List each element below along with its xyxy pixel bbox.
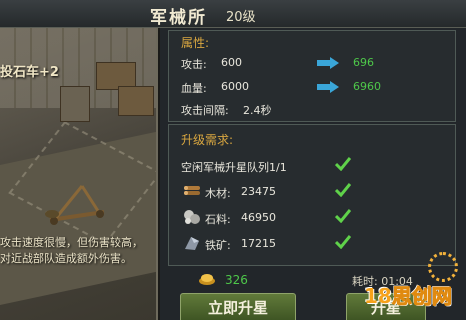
title-bar: 军械所 20级 [0,0,466,28]
check-icon [335,183,351,197]
wood-icon [184,186,200,195]
check-icon [335,157,351,171]
gold-icon [199,274,215,285]
stone-value: 46950 [241,211,276,224]
check-icon [335,209,351,223]
interval-value: 2.4秒 [243,104,272,117]
gold-cost: 326 [225,273,248,287]
attack-label: 攻击: [181,58,207,71]
requirements-label: 升级需求: [181,133,234,147]
unit-description: 攻击速度很慢，但伤害较高，对近战部队造成额外伤害。 [0,236,143,265]
watermark-logo [428,252,458,282]
building-level: 20级 [226,10,256,25]
hp-current: 6000 [221,80,249,93]
attributes-box: 属性: 攻击: 600 696 血量: 6000 6960 攻击间隔: 2.4秒 [168,30,456,122]
idle-queue-text: 空闲军械升星队列1/1 [181,161,287,174]
watermark: 18思创网 [364,280,452,309]
check-icon [335,235,351,249]
watermark-text: 18 [364,284,392,308]
crate-stack [60,86,90,122]
stone-label: 石料: [205,213,231,226]
crate-stack [118,86,154,116]
catapult-icon [45,185,105,225]
attributes-label: 属性: [181,36,210,50]
unit-preview: 投石车+2 攻击速度很慢，但伤害较高，对近战部队造成额外伤害。 [0,28,158,320]
attack-next: 696 [353,56,374,69]
page-title: 军械所 [150,8,207,28]
right-arrow-icon [317,57,339,69]
requirements-box: 升级需求: 空闲军械升星队列1/1 木材: 23475 石料: 46950 铁矿… [168,124,456,266]
stone-icon [184,210,200,224]
watermark-suffix: 思创网 [391,284,452,309]
iron-icon [185,237,199,250]
iron-label: 铁矿: [205,239,231,252]
upgrade-now-button[interactable]: 立即升星 [180,293,296,320]
unit-name: 投石车+2 [0,65,59,80]
wood-label: 木材: [205,187,231,200]
wood-value: 23475 [241,185,276,198]
hp-next: 6960 [353,80,381,93]
right-arrow-icon [317,81,339,93]
interval-label: 攻击间隔: [181,104,229,117]
hp-label: 血量: [181,82,207,95]
attack-current: 600 [221,56,242,69]
iron-value: 17215 [241,237,276,250]
